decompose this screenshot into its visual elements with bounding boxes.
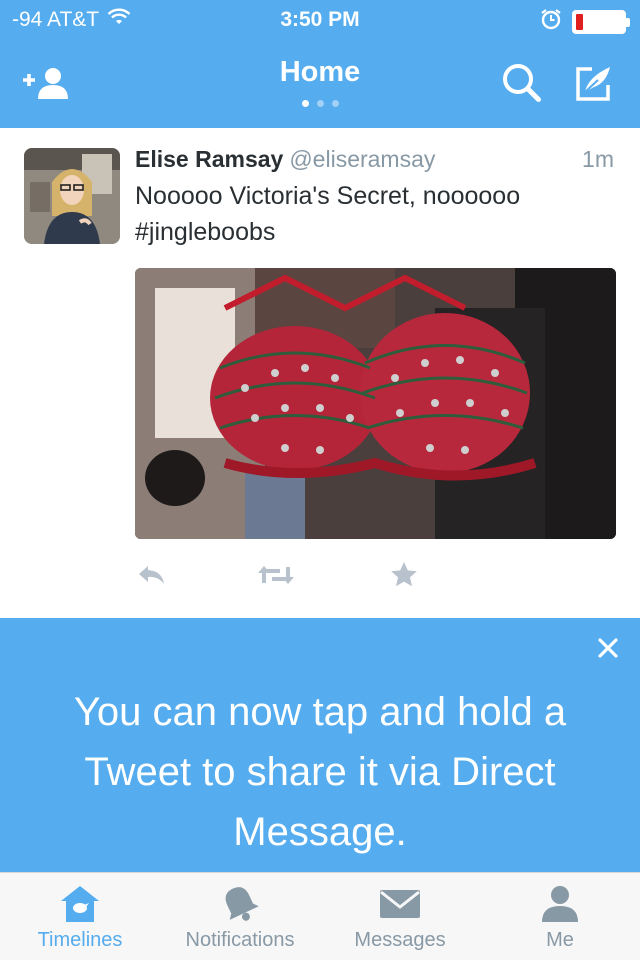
- bell-icon: [160, 883, 320, 925]
- tweet[interactable]: Elise Ramsay @eliseramsay 1m Nooooo Victo…: [0, 128, 640, 618]
- compose-button[interactable]: [566, 60, 622, 110]
- search-icon: [500, 61, 544, 110]
- tab-me[interactable]: Me: [480, 873, 640, 960]
- banner-message: You can now tap and hold a Tweet to shar…: [73, 690, 567, 854]
- tweet-text: Nooooo Victoria's Secret, noooooo #jingl…: [135, 182, 521, 246]
- page-dot: [301, 100, 309, 107]
- battery-fill: [576, 14, 583, 30]
- reply-icon: [136, 563, 168, 592]
- tweet-photo[interactable]: [135, 268, 616, 539]
- favorite-button[interactable]: [387, 560, 421, 594]
- tab-label: Timelines: [37, 929, 123, 951]
- alarm-clock-icon: [540, 8, 562, 36]
- avatar[interactable]: [24, 148, 120, 244]
- retweet-button[interactable]: [256, 560, 296, 594]
- banner-close-button[interactable]: [592, 634, 624, 666]
- header: -94 AT&T 3:50 PM Home: [0, 0, 640, 128]
- status-bar: -94 AT&T 3:50 PM: [0, 0, 640, 40]
- author-name[interactable]: Elise Ramsay: [135, 146, 283, 172]
- tweet-actions: [135, 560, 435, 596]
- tab-messages[interactable]: Messages: [320, 873, 480, 960]
- tab-bar: Timelines Notifications Messages Me: [0, 872, 640, 960]
- page-dot: [316, 100, 324, 107]
- navigation-bar: Home: [0, 40, 640, 128]
- tab-notifications[interactable]: Notifications: [160, 873, 320, 960]
- tab-timelines[interactable]: Timelines: [0, 873, 160, 960]
- reply-button[interactable]: [135, 560, 169, 594]
- dm-share-banner: You can now tap and hold a Tweet to shar…: [0, 618, 640, 872]
- person-icon: [480, 883, 640, 925]
- tweet-header: Elise Ramsay @eliseramsay 1m: [135, 146, 620, 178]
- tweet-time: 1m: [582, 146, 614, 172]
- battery-indicator: [572, 10, 630, 34]
- home-icon: [0, 883, 160, 925]
- tab-label: Notifications: [185, 929, 295, 951]
- envelope-icon: [320, 883, 480, 925]
- close-icon: [597, 637, 619, 664]
- tab-label: Messages: [354, 929, 446, 951]
- favorite-icon: [390, 561, 418, 594]
- author-handle[interactable]: @eliseramsay: [289, 146, 435, 172]
- page-dot: [331, 100, 339, 107]
- search-button[interactable]: [494, 60, 550, 110]
- retweet-icon: [256, 563, 296, 592]
- compose-icon: [572, 61, 616, 110]
- tab-label: Me: [546, 929, 574, 951]
- status-right: [540, 8, 630, 36]
